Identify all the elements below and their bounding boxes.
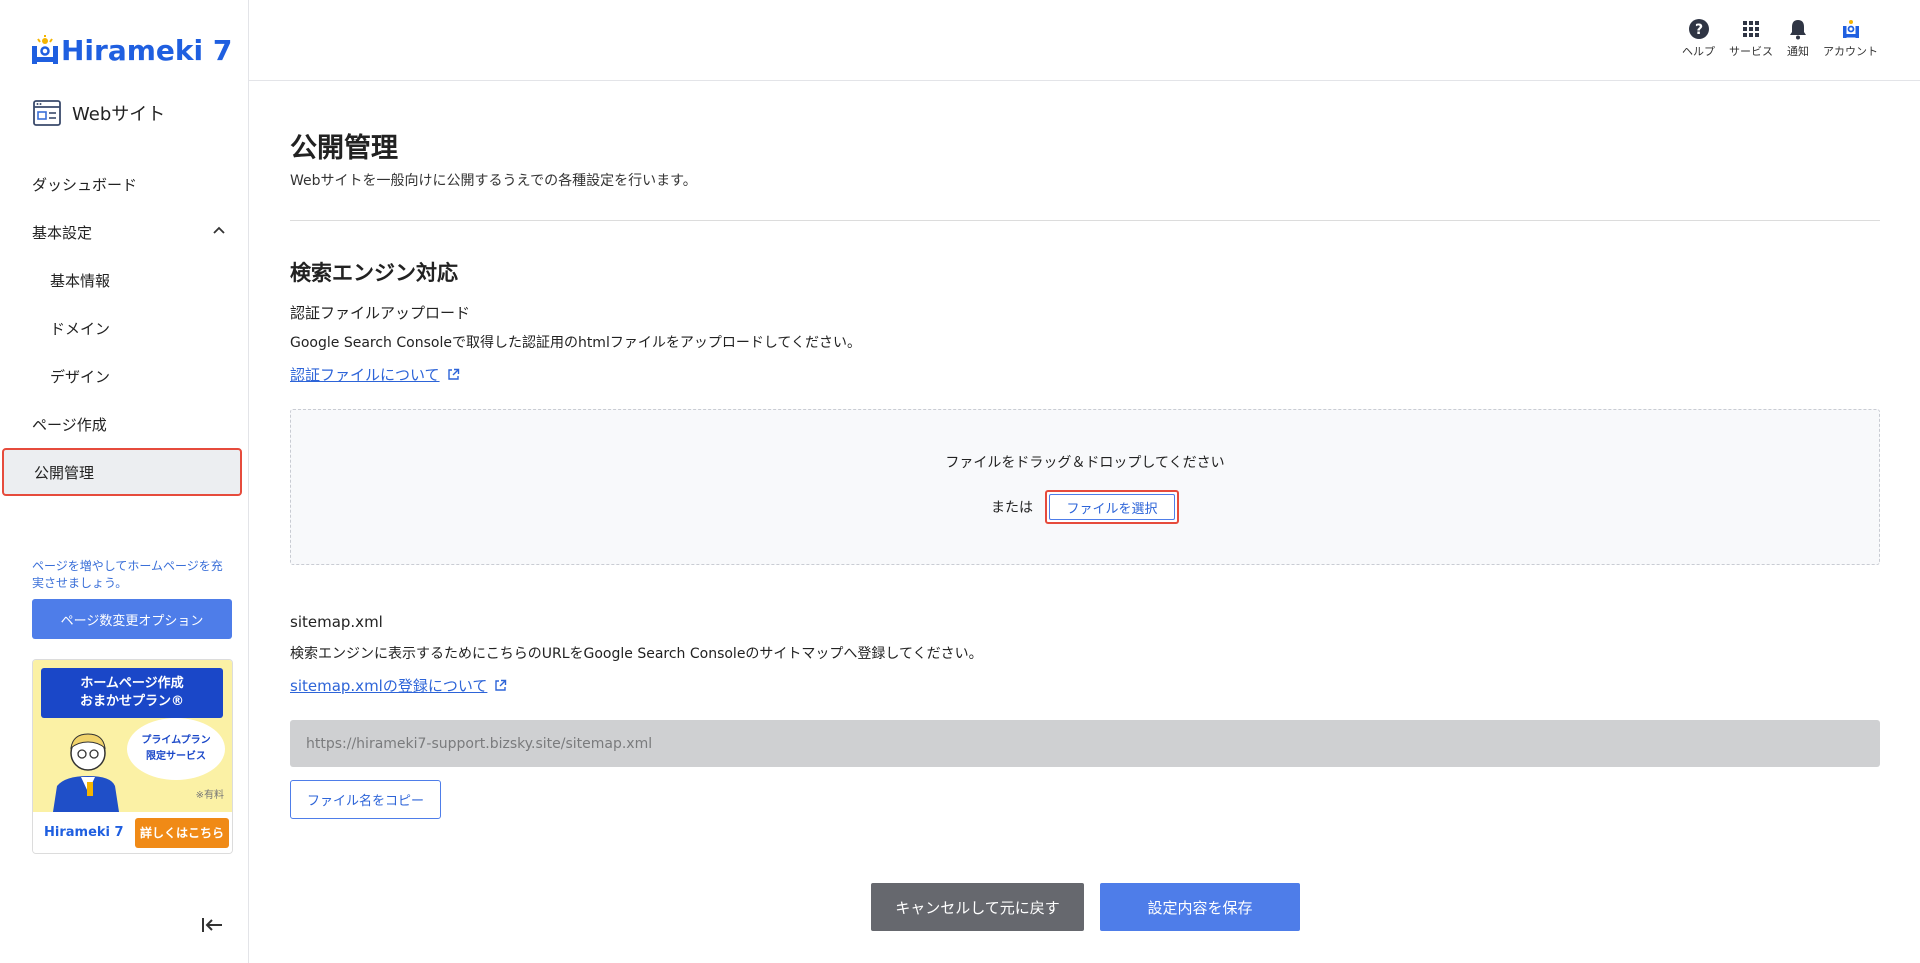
banner-title-line1: ホームページ作成	[80, 676, 184, 691]
collapse-left-icon[interactable]	[200, 915, 224, 935]
select-file-button-border	[1049, 494, 1175, 520]
top-header: ? ヘルプ サービス 通知 アカウント	[249, 0, 1920, 81]
dropzone-instruction: ファイルをドラッグ＆ドロップしてください	[945, 455, 1225, 471]
sidebar-item-design[interactable]: デザイン	[0, 352, 248, 400]
sidebar-item-label: 基本情報	[50, 271, 111, 290]
sidebar-item-label: ページ作成	[32, 415, 107, 434]
page-option-button[interactable]: ページ数変更オプション	[32, 599, 232, 639]
grid-icon	[1743, 21, 1759, 37]
services-label: サービス	[1729, 45, 1773, 58]
logo-mark-icon	[32, 35, 58, 64]
auth-file-label: 認証ファイルアップロード	[290, 304, 471, 322]
bell-icon	[1790, 20, 1806, 40]
dropzone-or-text: または	[991, 500, 1033, 516]
sidebar-item-basic-settings[interactable]: 基本設定	[0, 208, 248, 256]
services-button[interactable]: サービス	[1729, 18, 1773, 59]
sidebar-item-domain[interactable]: ドメイン	[0, 304, 248, 352]
banner-title-line2: おまかせプラン®	[79, 694, 184, 709]
section-title-search-engine: 検索エンジン対応	[290, 261, 458, 285]
sidebar: Hirameki 7 Webサイト ダッシュボード 基本設定 基本情報 ドメイン	[0, 0, 249, 963]
banner-note: ※有料	[195, 790, 224, 801]
account-label: アカウント	[1823, 45, 1878, 58]
header-actions: ? ヘルプ サービス 通知 アカウント	[1668, 18, 1878, 59]
sidebar-item-page-creation[interactable]: ページ作成	[0, 400, 248, 448]
external-link-icon	[447, 368, 459, 380]
banner-footer: Hirameki 7 詳しくはこちら	[33, 812, 232, 853]
sidebar-item-label: ドメイン	[50, 319, 111, 338]
banner-logo: Hirameki 7	[44, 825, 124, 840]
logo-text: Hirameki 7	[61, 33, 233, 67]
auth-file-help-link-text: 認証ファイルについて	[290, 366, 440, 384]
chevron-up-icon	[213, 226, 225, 234]
sitemap-label: sitemap.xml	[290, 613, 383, 631]
auth-file-help-link[interactable]: 認証ファイルについて	[290, 364, 460, 385]
account-icon	[1842, 20, 1859, 38]
sidebar-item-publishing[interactable]: 公開管理	[2, 448, 242, 496]
person-illustration-icon	[53, 733, 119, 812]
dropzone-actions: または ファイルを選択	[291, 490, 1879, 524]
cancel-button[interactable]: キャンセルして元に戻す	[871, 883, 1084, 931]
page-title: 公開管理	[290, 133, 398, 164]
hirameki-logo[interactable]: Hirameki 7	[30, 30, 232, 70]
external-link-icon	[495, 679, 507, 691]
site-switcher[interactable]: Webサイト	[33, 100, 165, 126]
help-icon: ?	[1688, 19, 1709, 39]
sidebar-nav: ダッシュボード 基本設定 基本情報 ドメイン デザイン ページ作成 公開管理	[0, 160, 248, 496]
banner-details-button[interactable]: 詳しくはこちら	[135, 817, 229, 848]
banner-bubble-line2: 限定サービス	[146, 751, 206, 762]
divider	[290, 220, 1880, 221]
help-label: ヘルプ	[1682, 45, 1715, 58]
save-button[interactable]: 設定内容を保存	[1100, 883, 1300, 931]
sidebar-item-label: 基本設定	[32, 223, 93, 242]
website-icon	[33, 100, 61, 126]
sidebar-item-label: デザイン	[50, 367, 111, 386]
sitemap-description: 検索エンジンに表示するためにこちらのURLをGoogle Search Cons…	[290, 646, 983, 662]
sitemap-url-field[interactable]: https://hirameki7-support.bizsky.site/si…	[290, 720, 1880, 767]
plan-banner[interactable]: ホームページ作成 おまかせプラン® プライムプラン 限定サービス ※有料 Hir…	[32, 659, 233, 854]
auth-file-description: Google Search Consoleで取得した認証用のhtmlファイルをア…	[290, 335, 861, 351]
page-description: Webサイトを一般向けに公開するうえでの各種設定を行います。	[290, 173, 697, 189]
notifications-label: 通知	[1787, 45, 1809, 58]
sitemap-help-link[interactable]: sitemap.xmlの登録について	[290, 675, 507, 696]
sidebar-item-label: ダッシュボード	[32, 175, 138, 194]
file-dropzone[interactable]: ファイルをドラッグ＆ドロップしてください または ファイルを選択	[290, 409, 1880, 565]
account-button[interactable]: アカウント	[1823, 18, 1878, 59]
banner-bubble: プライムプラン 限定サービス	[127, 718, 225, 780]
notifications-button[interactable]: 通知	[1787, 18, 1809, 59]
promo-text: ページを増やしてホームページを充実させましょう。	[32, 559, 223, 590]
svg-text:?: ?	[1694, 22, 1702, 38]
sidebar-item-label: 公開管理	[34, 463, 95, 482]
copy-filename-button[interactable]: ファイル名をコピー	[290, 780, 441, 819]
help-button[interactable]: ? ヘルプ	[1682, 18, 1715, 59]
sidebar-item-basic-info[interactable]: 基本情報	[0, 256, 248, 304]
sitemap-help-link-text: sitemap.xmlの登録について	[290, 677, 488, 695]
banner-bubble-line1: プライムプラン	[141, 735, 211, 746]
banner-title: ホームページ作成 おまかせプラン®	[41, 668, 223, 718]
sidebar-item-dashboard[interactable]: ダッシュボード	[0, 160, 248, 208]
select-file-button[interactable]: ファイルを選択	[1045, 490, 1179, 524]
site-label: Webサイト	[72, 104, 166, 125]
